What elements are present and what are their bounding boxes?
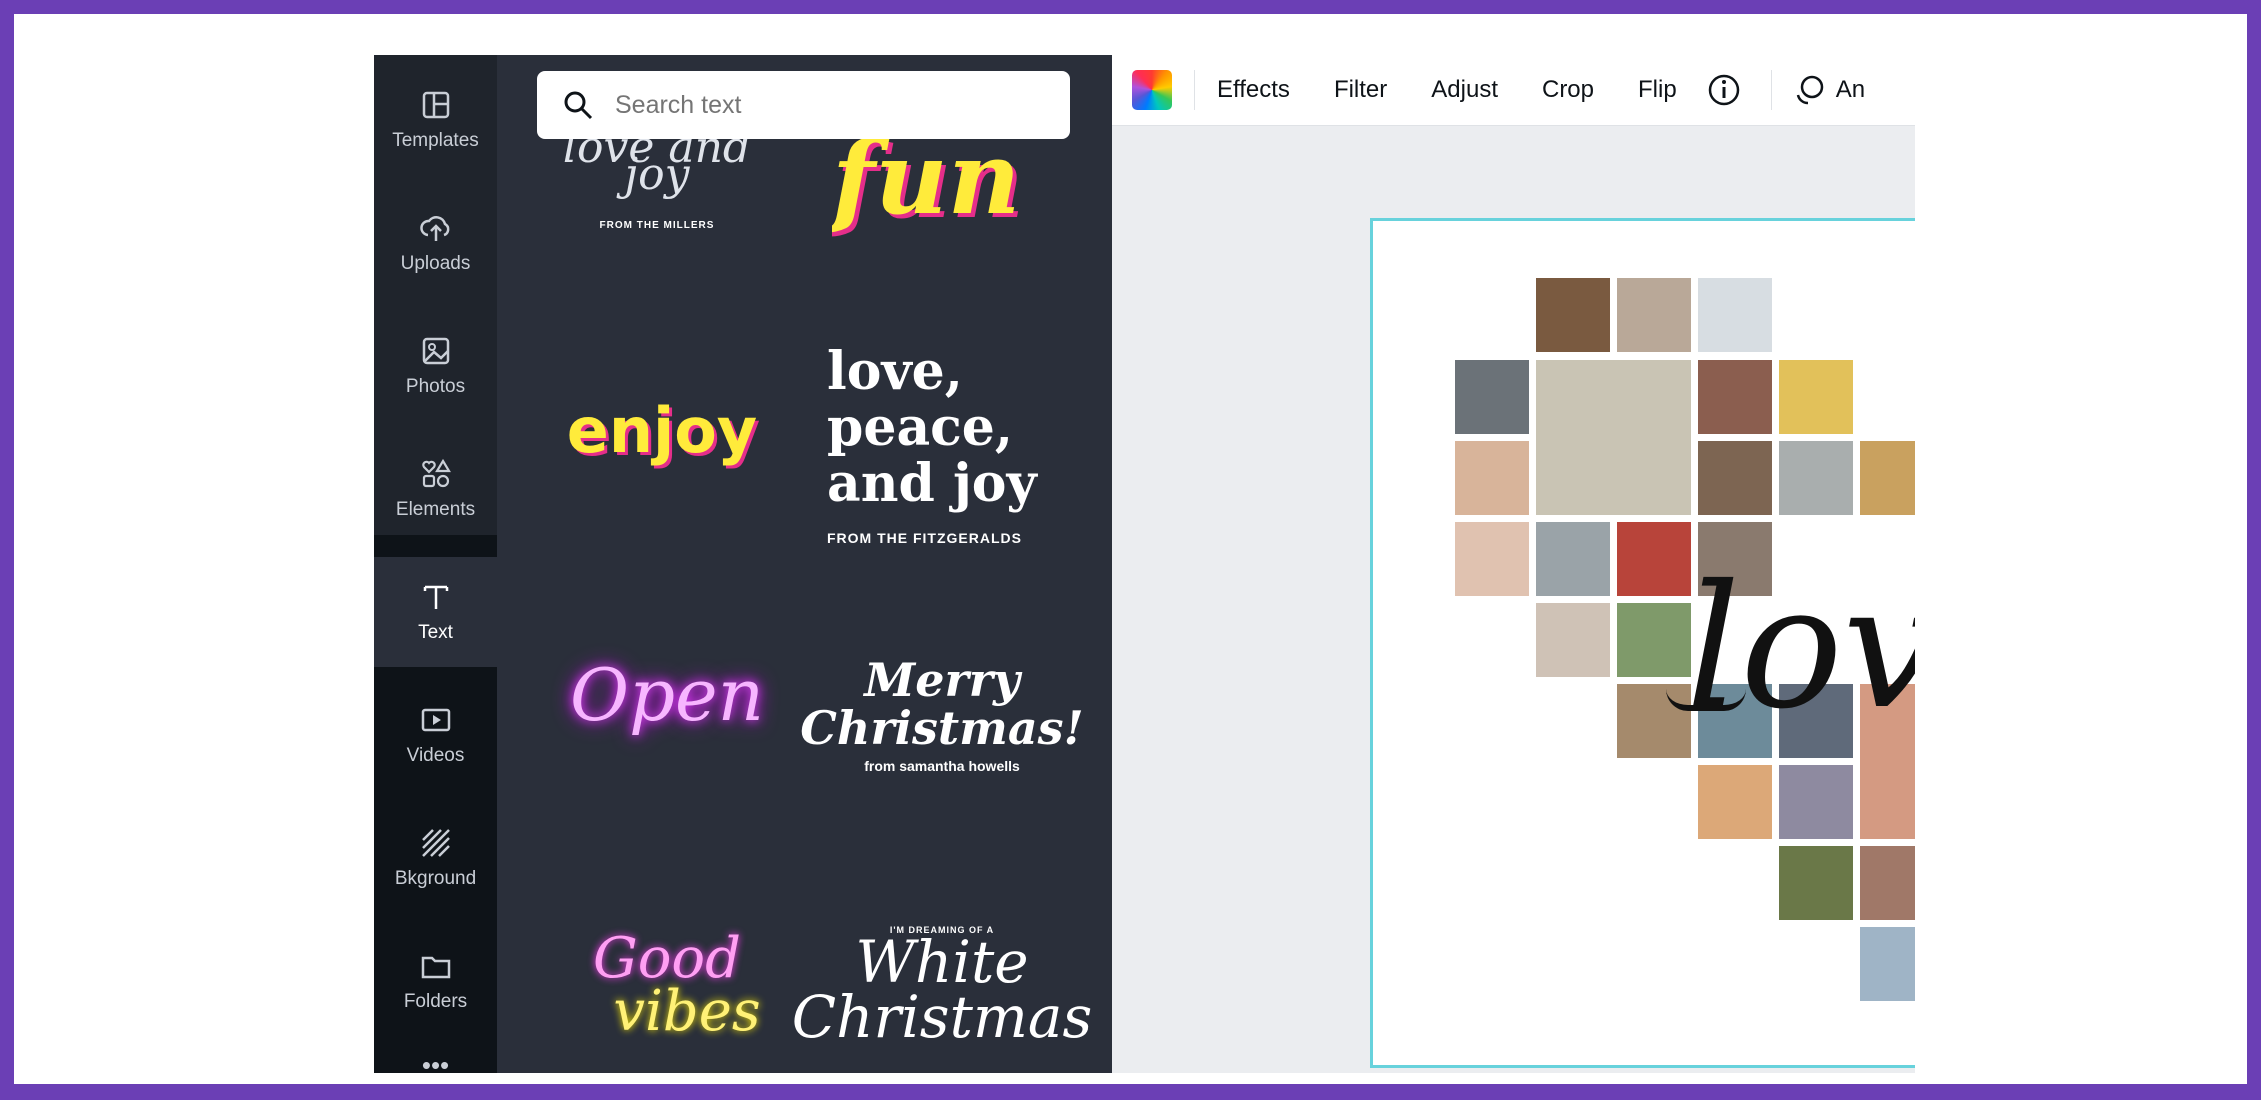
text-icon	[423, 585, 448, 609]
sidebar-item-templates[interactable]: Templates	[374, 65, 497, 175]
collage-photo[interactable]	[1455, 360, 1529, 434]
template-line: peace,	[827, 396, 1013, 458]
collage-photo[interactable]	[1779, 441, 1853, 515]
sidebar-item-videos[interactable]: Videos	[374, 680, 497, 790]
templates-icon	[422, 91, 449, 119]
text-template-enjoy[interactable]: enjoy	[557, 375, 767, 485]
sidebar-item-label: Text	[418, 622, 453, 643]
adjust-button[interactable]: Adjust	[1431, 76, 1498, 104]
toolbar-divider	[1770, 70, 1772, 110]
sidebar-item-label: Bkground	[394, 868, 477, 889]
template-subtext: from samantha howells	[864, 758, 1020, 775]
collage-photo[interactable]	[1536, 360, 1691, 515]
outer-frame: Templates Uploads Photos Elements Text V…	[0, 0, 2261, 1100]
collage-photo[interactable]	[1455, 441, 1529, 515]
sidebar-item-label: Uploads	[400, 253, 471, 274]
template-line: love,	[827, 340, 963, 402]
sidebar-rail: Templates Uploads Photos Elements Text V…	[374, 55, 497, 1073]
template-script-text: Open	[569, 653, 765, 737]
effects-button[interactable]: Effects	[1217, 76, 1290, 104]
sidebar-item-bkground[interactable]: Bkground	[374, 803, 497, 913]
flip-button[interactable]: Flip	[1638, 76, 1677, 104]
more-icon[interactable]: •••	[374, 1045, 497, 1074]
sidebar-item-label: Folders	[403, 991, 468, 1012]
shapes-icon	[421, 458, 451, 488]
inner-background: Templates Uploads Photos Elements Text V…	[14, 14, 2247, 1084]
color-picker-button[interactable]	[1132, 70, 1172, 110]
crop-button[interactable]: Crop	[1542, 76, 1594, 104]
collage-photo[interactable]	[1698, 360, 1772, 434]
collage-photo[interactable]	[1698, 278, 1772, 352]
search-icon	[564, 91, 593, 120]
collage-photo[interactable]	[1536, 278, 1610, 352]
template-line: Christmas	[791, 983, 1093, 1051]
template-line: White	[855, 927, 1029, 996]
search-input[interactable]	[613, 89, 1057, 121]
sidebar-item-folders[interactable]: Folders	[374, 926, 497, 1036]
template-line: Christmas!	[800, 701, 1084, 755]
background-icon	[421, 829, 450, 857]
template-subtext: FROM THE FITZGERALDS	[827, 530, 1022, 547]
editor-app: Templates Uploads Photos Elements Text V…	[374, 55, 1915, 1073]
sidebar-item-label: Photos	[405, 376, 466, 397]
editor-main: Effects Filter Adjust Crop Flip An lov	[1112, 55, 1915, 1073]
sidebar-item-label: Elements	[395, 499, 476, 520]
collage-photo[interactable]	[1860, 927, 1915, 1001]
sidebar-item-uploads[interactable]: Uploads	[374, 188, 497, 298]
template-line: Good	[592, 925, 741, 991]
collage-photo[interactable]	[1698, 441, 1772, 515]
text-panel: love and joy FROM THE MILLERS fun enjoy …	[497, 55, 1112, 1073]
animate-icon	[1796, 75, 1823, 105]
template-subtext: FROM THE MILLERS	[599, 219, 715, 231]
image-icon	[422, 337, 449, 365]
text-template-open-24-7[interactable]: Open	[567, 645, 767, 745]
image-toolbar: Effects Filter Adjust Crop Flip An	[1112, 55, 1915, 126]
collage-photo[interactable]	[1698, 765, 1772, 839]
text-template-love-peace-joy[interactable]: love, peace, and joy FROM THE FITZGERALD…	[827, 320, 1057, 570]
template-line: vibes	[613, 979, 761, 1044]
collage-photo[interactable]	[1617, 603, 1691, 677]
sidebar-item-text[interactable]: Text	[374, 557, 497, 667]
collage-photo[interactable]	[1617, 522, 1691, 596]
collage-photo[interactable]	[1617, 278, 1691, 352]
text-template-love-and-joy[interactable]: love and joy FROM THE MILLERS	[557, 123, 757, 243]
toolbar-divider	[1194, 70, 1195, 110]
design-page[interactable]: lov	[1370, 218, 1915, 1068]
collage-photo[interactable]	[1455, 522, 1529, 596]
video-icon	[421, 708, 450, 732]
template-line: and joy	[827, 453, 1037, 515]
folder-icon	[421, 956, 450, 979]
collage-photo[interactable]	[1779, 846, 1853, 920]
animate-button[interactable]: An	[1836, 76, 1865, 104]
text-template-merry-christmas[interactable]: Merry Christmas! from samantha howells	[800, 625, 1083, 805]
sidebar-item-elements[interactable]: Elements	[374, 434, 497, 544]
search-bar[interactable]	[537, 71, 1070, 139]
collage-photo[interactable]	[1779, 765, 1853, 839]
sidebar-item-label: Templates	[392, 130, 479, 151]
sidebar-item-photos[interactable]: Photos	[374, 311, 497, 421]
collage-photo[interactable]	[1536, 522, 1610, 596]
collage-photo[interactable]	[1779, 360, 1853, 434]
template-script-text: love and joy	[562, 122, 752, 200]
sidebar-item-label: Videos	[406, 745, 465, 766]
text-template-white-christmas[interactable]: I'M DREAMING OF A White Christmas	[792, 900, 1092, 1070]
info-icon[interactable]	[1707, 73, 1741, 107]
filter-button[interactable]: Filter	[1334, 76, 1387, 104]
love-script-text[interactable]: lov	[1686, 563, 1915, 733]
collage-photo[interactable]	[1860, 441, 1915, 515]
template-line: Merry	[864, 652, 1020, 707]
collage-photo[interactable]	[1860, 846, 1915, 920]
upload-cloud-icon	[419, 216, 449, 241]
collage-photo[interactable]	[1536, 603, 1610, 677]
text-template-good-vibes[interactable]: Good vibes	[567, 915, 767, 1055]
